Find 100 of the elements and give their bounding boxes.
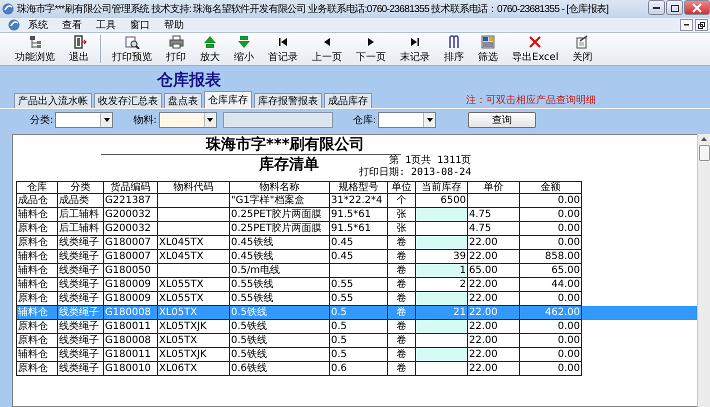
table-cell: 0.5铁线 bbox=[230, 306, 330, 320]
table-cell: 0.55铁线 bbox=[230, 278, 330, 292]
query-button[interactable]: 查询 bbox=[468, 112, 536, 128]
toolbar-button[interactable]: 放大 bbox=[196, 33, 224, 65]
toolbar-button[interactable]: 下一页 bbox=[352, 33, 390, 65]
table-cell: 张 bbox=[388, 222, 416, 236]
table-cell: G180010 bbox=[104, 362, 158, 376]
table-cell: 44.00 bbox=[520, 278, 582, 292]
table-cell: 原料仓 bbox=[16, 236, 58, 250]
table-cell: 卷 bbox=[388, 362, 416, 376]
table-cell: 4.75 bbox=[468, 208, 520, 222]
toolbar-button[interactable]: 缩小 bbox=[230, 33, 258, 65]
table-cell: 0.5/m电线 bbox=[230, 264, 330, 278]
table-row[interactable]: 原料仓 线类绳子 G180008 XL05TX 0.5铁线 0.5 卷 22.00 0.00 bbox=[16, 334, 697, 348]
report-company: 珠海市字***刷有限公司 bbox=[204, 135, 366, 154]
table-cell: G200032 bbox=[104, 208, 158, 222]
toolbar-button[interactable]: 上一页 bbox=[308, 33, 346, 65]
table-cell: 辅料仓 bbox=[16, 264, 58, 278]
table-cell: 线类绳子 bbox=[58, 334, 104, 348]
table-row[interactable]: 成品仓 成品类 G221387 "G1字样"档案盒 31*22.2*4 个 6500 0.00 bbox=[16, 194, 697, 208]
tab[interactable]: 库存报警报表 bbox=[254, 93, 322, 108]
table-cell: G221387 bbox=[104, 194, 158, 208]
table-cell: 0.00 bbox=[520, 208, 582, 222]
table-cell: 22.00 bbox=[468, 306, 520, 320]
tab[interactable]: 仓库库存 bbox=[204, 91, 252, 108]
tab[interactable]: 产品出入流水帐 bbox=[14, 93, 92, 108]
table-cell: 22.00 bbox=[468, 320, 520, 334]
table-cell: 858.00 bbox=[520, 250, 582, 264]
toolbar-button[interactable]: 功能浏览 bbox=[11, 33, 59, 65]
table-row[interactable]: 辅料仓 线类绳子 G180011 XL05TXJK 0.5铁线 0.5 卷 22.00 0.00 bbox=[16, 348, 697, 362]
table-cell: 31*22.2*4 bbox=[330, 194, 388, 208]
toolbar-button[interactable]: 关闭 bbox=[568, 33, 596, 65]
tab[interactable]: 收发存汇总表 bbox=[94, 93, 162, 108]
table-cell: 0.5铁线 bbox=[230, 334, 330, 348]
print-date: 打印日期: 2013-08-24 bbox=[359, 167, 472, 179]
table-cell: 辅料仓 bbox=[16, 306, 58, 320]
table-cell: 线类绳子 bbox=[58, 320, 104, 334]
table-cell: 原料仓 bbox=[16, 222, 58, 236]
table-cell: 线类绳子 bbox=[58, 306, 104, 320]
table-cell: 卷 bbox=[388, 278, 416, 292]
report-title: 库存清单 bbox=[258, 155, 320, 174]
toolbar-button[interactable]: 退出 bbox=[65, 33, 93, 65]
tab[interactable]: 成品库存 bbox=[324, 93, 372, 108]
toolbar-button[interactable]: 打印 bbox=[162, 33, 190, 65]
menu-item[interactable]: 查看 bbox=[56, 18, 88, 32]
table-cell: 个 bbox=[388, 194, 416, 208]
toolbar-button[interactable]: 首记录 bbox=[264, 33, 302, 65]
table-cell: 0.00 bbox=[520, 222, 582, 236]
table-cell: G180050 bbox=[104, 264, 158, 278]
table-cell: 线类绳子 bbox=[58, 348, 104, 362]
table-row[interactable]: 辅料仓 线类绳子 G180050 0.5/m电线 卷 1 65.00 65.00 bbox=[16, 264, 697, 278]
table-cell: 22.00 bbox=[468, 334, 520, 348]
table-row[interactable]: 原料仓 线类绳子 G180011 XL05TXJK 0.5铁线 0.5 卷 22.00 0.00 bbox=[16, 320, 697, 334]
panel-title: 仓库报表 bbox=[156, 69, 222, 91]
table-cell: 线类绳子 bbox=[58, 250, 104, 264]
table-cell: 后工辅料 bbox=[58, 222, 104, 236]
table-row[interactable]: 原料仓 线类绳子 G180010 XL06TX 0.6铁线 0.6 卷 22.00 0.00 bbox=[16, 362, 697, 376]
table-cell: 4.75 bbox=[468, 222, 520, 236]
column-header: 分类 bbox=[58, 181, 104, 194]
table-cell: G180008 bbox=[104, 306, 158, 320]
table-cell: 22.00 bbox=[468, 278, 520, 292]
toolbar-button[interactable]: 导出Excel bbox=[508, 33, 562, 65]
column-header: 规格型号 bbox=[330, 181, 388, 194]
table-cell: 0.45铁线 bbox=[230, 250, 330, 264]
column-header: 单位 bbox=[388, 181, 416, 194]
table-cell: XL05TX bbox=[158, 334, 230, 348]
table-cell: 1 bbox=[416, 264, 468, 278]
table-cell: XL05TXJK bbox=[158, 348, 230, 362]
table-cell: 0.25PET胶片两面膜 bbox=[230, 222, 330, 236]
window-title: 珠海市字***刷有限公司管理系统 技术支持: 珠海名望软件开发有限公司 业务联系电话:0760-23681355 技术联系电话：0760-23681355 - [仓库报表] bbox=[17, 2, 610, 16]
table-cell: 辅料仓 bbox=[16, 278, 58, 292]
menu-item[interactable]: 工具 bbox=[90, 18, 122, 32]
menu-item[interactable]: 帮助 bbox=[158, 18, 190, 32]
toolbar-button[interactable]: 排序 bbox=[440, 33, 468, 65]
table-cell: 0.5 bbox=[330, 320, 388, 334]
table-cell: 91.5*61 bbox=[330, 222, 388, 236]
table-row[interactable]: 原料仓 后工辅料 G200032 0.25PET胶片两面膜 91.5*61 张 4.75 0.00 bbox=[16, 222, 697, 236]
table-cell: G180009 bbox=[104, 278, 158, 292]
menu-item[interactable]: 系统 bbox=[22, 18, 54, 32]
toolbar-button[interactable]: 筛选 bbox=[474, 33, 502, 65]
column-header: 货品编码 bbox=[104, 181, 158, 194]
table-cell: XL045TX bbox=[158, 236, 230, 250]
table-cell: 原料仓 bbox=[16, 320, 58, 334]
field-label: 仓库: bbox=[352, 114, 376, 127]
toolbar-button[interactable]: 打印预览 bbox=[108, 33, 156, 65]
table-cell: G180007 bbox=[104, 236, 158, 250]
table-row[interactable]: 辅料仓 线类绳子 G180007 XL045TX 0.45铁线 0.45 卷 39 22.00 858.00 bbox=[16, 250, 697, 264]
table-row[interactable]: 原料仓 线类绳子 G180007 XL045TX 0.45铁线 0.45 卷 22.00 0.00 bbox=[16, 236, 697, 250]
table-row[interactable]: 辅料仓 后工辅料 G200032 0.25PET胶片两面膜 91.5*61 张 4.75 0.00 bbox=[16, 208, 697, 222]
tab[interactable]: 盘点表 bbox=[164, 93, 202, 108]
table-cell: 线类绳子 bbox=[58, 278, 104, 292]
toolbar-button[interactable]: 末记录 bbox=[396, 33, 434, 65]
menu-item[interactable]: 窗口 bbox=[124, 18, 156, 32]
table-cell: XL05TXJK bbox=[158, 320, 230, 334]
table-cell: G180011 bbox=[104, 348, 158, 362]
table-cell: 462.00 bbox=[520, 306, 582, 320]
table-cell: 0.5铁线 bbox=[230, 320, 330, 334]
table-cell: XL055TX bbox=[158, 278, 230, 292]
table-cell: G180011 bbox=[104, 320, 158, 334]
table-row[interactable]: 辅料仓 线类绳子 G180009 XL055TX 0.55铁线 0.55 卷 2 22.00 44.00 bbox=[16, 278, 697, 292]
